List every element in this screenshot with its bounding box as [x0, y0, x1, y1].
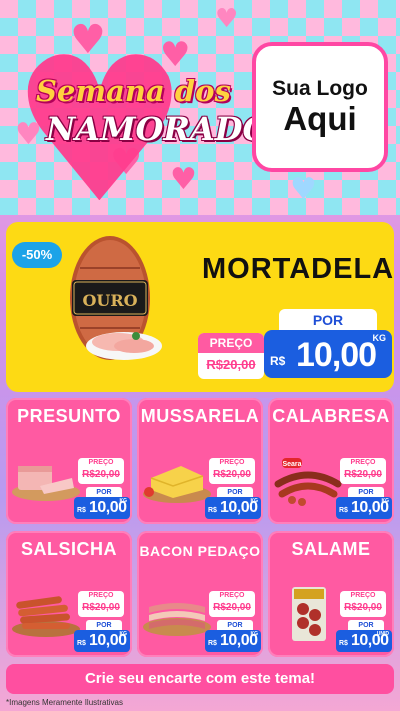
- currency-label: R$: [270, 354, 286, 368]
- old-price: R$20,00: [344, 469, 382, 480]
- preco-label: PREÇO: [198, 333, 264, 353]
- event-title: ♥ Semana dos NAMORADOS: [6, 32, 294, 216]
- currency-label: R$: [208, 640, 217, 647]
- mussarela-image: [143, 466, 211, 503]
- unit-label: KG: [119, 498, 128, 504]
- price-box: R$ 10,00 UNID: [336, 630, 392, 652]
- featured-price: 10,00: [296, 336, 377, 374]
- unit-label: KG: [372, 333, 387, 343]
- product-card-salsicha: SALSICHA PREÇO R$20,00 POR R$ 10,00 KG: [6, 531, 132, 657]
- preco-label: PREÇO: [350, 592, 376, 599]
- unit-label: KG: [119, 631, 128, 637]
- price-box: R$ 10,00 KG: [336, 497, 392, 519]
- discount-badge: -50%: [12, 242, 62, 268]
- presunto-image: [12, 466, 80, 501]
- old-price-box: PREÇO R$20,00: [340, 458, 386, 484]
- price-box: R$ 10,00 KG: [205, 630, 261, 652]
- old-price: R$20,00: [206, 357, 256, 372]
- product-name: MUSSARELA: [140, 406, 260, 426]
- brand-label: Seara: [282, 461, 301, 468]
- title-line-1: Semana dos: [36, 74, 231, 108]
- salame-image: [292, 587, 326, 641]
- preco-label: PREÇO: [88, 459, 114, 466]
- currency-label: R$: [208, 507, 217, 514]
- unit-label: KG: [250, 498, 259, 504]
- product-name: SALAME: [291, 539, 371, 559]
- bacon-image: [143, 603, 211, 636]
- currency-label: R$: [339, 507, 348, 514]
- product-card-mussarela: MUSSARELA PREÇO R$20,00 POR R$ 10,00 KG: [137, 398, 263, 524]
- unit-label: KG: [250, 631, 259, 637]
- old-price-box: PREÇO R$20,00: [209, 458, 255, 484]
- por-label: POR: [279, 309, 377, 331]
- featured-price-box: R$ 10,00 KG: [264, 330, 392, 378]
- old-price: R$20,00: [213, 602, 251, 613]
- price-box: R$ 10,00 KG: [205, 497, 261, 519]
- product-name: PRESUNTO: [17, 406, 121, 426]
- logo-line-2: Aqui: [283, 99, 357, 137]
- product-card-presunto: PRESUNTO PREÇO R$20,00 POR R$ 10,00 KG: [6, 398, 132, 524]
- flyer-page: ♥ ♥ ♥ ♥ ♥ ♥ ♥ ✿ ♥ Semana dos NAMORADOS S…: [0, 0, 400, 711]
- old-price: R$20,00: [82, 602, 120, 613]
- cta-banner[interactable]: Crie seu encarte com este tema!: [6, 664, 394, 694]
- preco-label: PREÇO: [350, 459, 376, 466]
- featured-product-name: MORTADELA: [202, 253, 395, 285]
- heart-icon: ♥: [215, 4, 239, 34]
- price-box: R$ 10,00 KG: [74, 497, 130, 519]
- old-price: R$20,00: [213, 469, 251, 480]
- preco-label: PREÇO: [219, 592, 245, 599]
- product-name: BACON PEDAÇO: [139, 543, 261, 559]
- product-card-calabresa: CALABRESA Seara PREÇO R$20,00 POR R$ 10,…: [268, 398, 394, 524]
- currency-label: R$: [339, 640, 348, 647]
- old-price: R$20,00: [344, 602, 382, 613]
- product-name: CALABRESA: [272, 406, 390, 426]
- old-price-box: PREÇO R$20,00: [209, 591, 255, 617]
- brand-label: OURO: [82, 291, 137, 310]
- currency-label: R$: [77, 507, 86, 514]
- old-price-box: PREÇO R$20,00: [340, 591, 386, 617]
- unit-label: KG: [381, 498, 390, 504]
- product-card-salame: SALAME PREÇO R$20,00 POR R$ 10,00 UNID: [268, 531, 394, 657]
- product-card-bacon: BACON PEDAÇO PREÇO R$20,00 POR R$ 10,00 …: [137, 531, 263, 657]
- old-price-box: PREÇO R$20,00: [198, 333, 264, 379]
- mortadela-image: OURO: [70, 236, 162, 360]
- heart-icon: ♥: [290, 172, 317, 207]
- calabresa-image: Seara: [274, 458, 342, 506]
- salsicha-image: [12, 596, 80, 637]
- old-price-box: PREÇO R$20,00: [78, 591, 124, 617]
- old-price-box: PREÇO R$20,00: [78, 458, 124, 484]
- unit-label: UNID: [376, 631, 389, 637]
- disclaimer-text: *Imagens Meramente Ilustrativas: [6, 698, 123, 707]
- logo-line-1: Sua Logo: [272, 76, 368, 100]
- preco-label: PREÇO: [88, 592, 114, 599]
- product-name: SALSICHA: [20, 539, 117, 559]
- currency-label: R$: [77, 640, 86, 647]
- header-banner: ♥ ♥ ♥ ♥ ♥ ♥ ♥ ✿ ♥ Semana dos NAMORADOS S…: [0, 0, 400, 215]
- logo-placeholder: Sua Logo Aqui: [252, 42, 388, 172]
- preco-label: PREÇO: [219, 459, 245, 466]
- price-box: R$ 10,00 KG: [74, 630, 130, 652]
- old-price: R$20,00: [82, 469, 120, 480]
